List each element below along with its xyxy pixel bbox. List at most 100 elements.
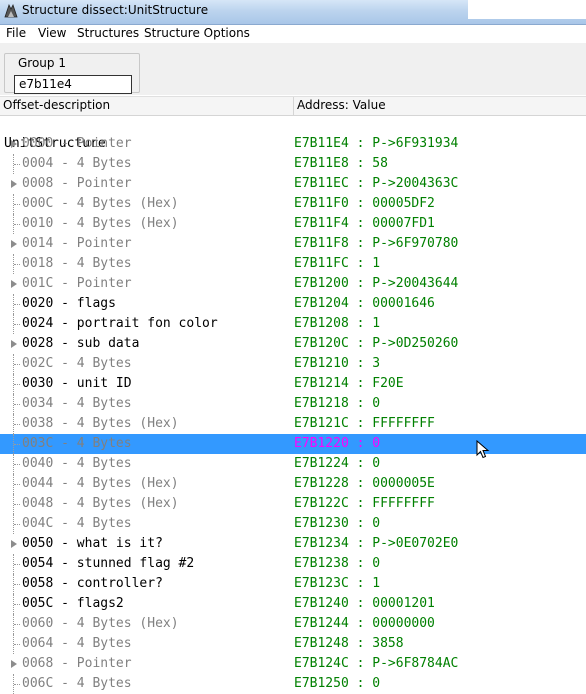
tree-connector-line: [13, 494, 14, 514]
tree-root-row[interactable]: UnitStructure: [0, 114, 586, 151]
expand-arrow-icon[interactable]: [11, 140, 17, 148]
expand-arrow-icon[interactable]: [11, 340, 17, 348]
tree-row[interactable]: 005C - flags2 E7B1240 : 00001201: [0, 594, 586, 614]
row-offset-description: 0028 - sub data: [22, 334, 139, 354]
row-address-value: E7B1244 : 00000000: [294, 616, 435, 631]
expand-arrow-icon[interactable]: [11, 240, 17, 248]
tree-row[interactable]: 0040 - 4 Bytes E7B1224 : 0: [0, 454, 586, 474]
row-offset: 006C: [22, 676, 54, 691]
row-separator: -: [53, 556, 77, 571]
row-address-value: E7B1250 : 0: [294, 676, 381, 691]
tree-row[interactable]: 0068 - Pointer E7B124C : P->6F8784AC: [0, 654, 586, 674]
tree-row[interactable]: 0014 - Pointer E7B11F8 : P->6F970780: [0, 234, 586, 254]
row-offset-description: 0000 - Pointer: [22, 134, 132, 154]
row-offset: 0034: [22, 396, 54, 411]
row-address-value: E7B1228 : 0000005E: [294, 476, 435, 491]
tree-connector-line: [13, 474, 14, 494]
expand-arrow-icon[interactable]: [11, 660, 17, 668]
row-separator: -: [53, 616, 77, 631]
row-offset-description: 0004 - 4 Bytes: [22, 154, 132, 174]
tree-connector-branch: [14, 304, 20, 305]
row-address-value: E7B1218 : 0: [294, 396, 381, 411]
menu-view[interactable]: View: [38, 26, 66, 40]
tree-connector-branch: [14, 164, 20, 165]
row-separator: -: [53, 156, 77, 171]
menu-structure-options[interactable]: Structure Options: [144, 26, 250, 40]
tree-row[interactable]: 004C - 4 Bytes E7B1230 : 0: [0, 514, 586, 534]
row-address-value: E7B11EC : P->2004363C: [294, 176, 459, 191]
row-address-value: E7B11F8 : P->6F970780: [294, 236, 459, 251]
row-offset: 0000: [22, 136, 54, 151]
tree-row[interactable]: 0048 - 4 Bytes (Hex) E7B122C : FFFFFFFF: [0, 494, 586, 514]
menu-file[interactable]: File: [6, 26, 26, 40]
row-description: 4 Bytes: [76, 156, 132, 171]
row-address-value: E7B1248 : 3858: [294, 636, 404, 651]
row-address-value: E7B1204 : 00001646: [294, 296, 435, 311]
row-separator: -: [53, 576, 77, 591]
row-offset: 001C: [22, 276, 54, 291]
menu-bar: File View Structures Structure Options: [0, 25, 586, 43]
row-description: 4 Bytes (Hex): [76, 216, 179, 231]
tree-row[interactable]: 0030 - unit ID E7B1214 : F20E: [0, 374, 586, 394]
row-separator: -: [53, 136, 77, 151]
row-description: sub data: [76, 336, 140, 351]
structure-tree[interactable]: UnitStructure 0000 - Pointer E7B11E4 : P-…: [0, 114, 586, 694]
tree-row[interactable]: 001C - Pointer E7B1200 : P->20043644: [0, 274, 586, 294]
row-offset-description: 0024 - portrait fon color: [22, 314, 218, 334]
tree-connector-line: [13, 194, 14, 214]
tree-connector-line: [13, 214, 14, 234]
tree-row[interactable]: 0060 - 4 Bytes (Hex) E7B1244 : 00000000: [0, 614, 586, 634]
row-address-value: E7B11F4 : 00007FD1: [294, 216, 435, 231]
tree-row[interactable]: 0018 - 4 Bytes E7B11FC : 1: [0, 254, 586, 274]
tree-connector-line: [13, 254, 14, 274]
row-description: Pointer: [76, 236, 132, 251]
row-offset: 0038: [22, 416, 54, 431]
row-separator: -: [53, 596, 77, 611]
tree-connector-branch: [14, 604, 20, 605]
tree-row[interactable]: 0020 - flags E7B1204 : 00001646: [0, 294, 586, 314]
row-offset-description: 0054 - stunned flag #2: [22, 554, 194, 574]
menu-structures[interactable]: Structures: [77, 26, 139, 40]
column-offset-description[interactable]: Offset-description: [3, 98, 110, 112]
row-address-value: E7B120C : P->0D250260: [294, 336, 459, 351]
expand-arrow-icon[interactable]: [11, 540, 17, 548]
tree-row[interactable]: 002C - 4 Bytes E7B1210 : 3: [0, 354, 586, 374]
row-offset: 0068: [22, 656, 54, 671]
mouse-cursor-icon: [476, 440, 490, 459]
tree-row[interactable]: 0050 - what is it? E7B1234 : P->0E0702E0: [0, 534, 586, 554]
tree-connector-branch: [14, 424, 20, 425]
tree-row[interactable]: 0028 - sub data E7B120C : P->0D250260: [0, 334, 586, 354]
tree-row[interactable]: 0024 - portrait fon color E7B1208 : 1: [0, 314, 586, 334]
tree-row[interactable]: 0044 - 4 Bytes (Hex) E7B1228 : 0000005E: [0, 474, 586, 494]
tree-row[interactable]: 006C - 4 Bytes E7B1250 : 0: [0, 674, 586, 694]
row-description: 4 Bytes: [76, 396, 132, 411]
row-offset-description: 0050 - what is it?: [22, 534, 163, 554]
row-offset-description: 0030 - unit ID: [22, 374, 132, 394]
tree-row[interactable]: 0008 - Pointer E7B11EC : P->2004363C: [0, 174, 586, 194]
row-offset: 002C: [22, 356, 54, 371]
tree-row[interactable]: 0000 - Pointer E7B11E4 : P->6F931934: [0, 134, 586, 154]
row-address-value: E7B124C : P->6F8784AC: [294, 656, 459, 671]
row-separator: -: [53, 216, 77, 231]
tree-row[interactable]: 0038 - 4 Bytes (Hex) E7B121C : FFFFFFFF: [0, 414, 586, 434]
row-offset: 0008: [22, 176, 54, 191]
tree-row[interactable]: 0064 - 4 Bytes E7B1248 : 3858: [0, 634, 586, 654]
row-description: Pointer: [76, 276, 132, 291]
tree-row[interactable]: 0034 - 4 Bytes E7B1218 : 0: [0, 394, 586, 414]
tree-row[interactable]: 0010 - 4 Bytes (Hex) E7B11F4 : 00007FD1: [0, 214, 586, 234]
column-separator[interactable]: [293, 97, 294, 115]
row-address-value: E7B1224 : 0: [294, 456, 381, 471]
row-description: portrait fon color: [76, 316, 218, 331]
expand-arrow-icon[interactable]: [11, 280, 17, 288]
tree-row[interactable]: 000C - 4 Bytes (Hex) E7B11F0 : 00005DF2: [0, 194, 586, 214]
tree-row[interactable]: 003C - 4 Bytes E7B1220 : 0: [0, 434, 586, 454]
tree-connector-branch: [14, 364, 20, 365]
tree-row[interactable]: 0054 - stunned flag #2 E7B1238 : 0: [0, 554, 586, 574]
group-address-input[interactable]: [14, 75, 132, 94]
row-description: Pointer: [76, 176, 132, 191]
column-address-value[interactable]: Address: Value: [297, 98, 386, 112]
expand-arrow-icon[interactable]: [11, 180, 17, 188]
tree-row[interactable]: 0058 - controller? E7B123C : 1: [0, 574, 586, 594]
row-separator: -: [53, 396, 77, 411]
tree-row[interactable]: 0004 - 4 Bytes E7B11E8 : 58: [0, 154, 586, 174]
